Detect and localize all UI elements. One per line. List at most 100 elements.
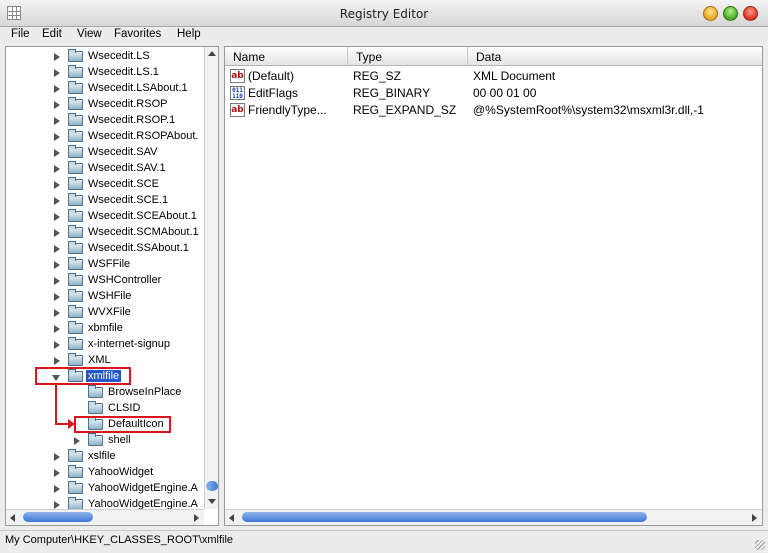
expand-arrow-icon[interactable]	[54, 293, 60, 301]
menu-favorites[interactable]: Favorites	[114, 28, 161, 40]
tree-item[interactable]: YahooWidgetEngine.A	[6, 481, 204, 497]
expand-arrow-icon[interactable]	[54, 101, 60, 109]
tree-item-label: Wsecedit.RSOPAbout.	[88, 130, 199, 142]
scroll-down-arrow-icon[interactable]	[208, 499, 216, 504]
expand-arrow-icon[interactable]	[54, 181, 60, 189]
tree-item[interactable]: Wsecedit.LS	[6, 49, 204, 65]
close-button[interactable]	[743, 6, 758, 21]
folder-icon	[68, 321, 83, 334]
key-tree[interactable]: Wsecedit.LS Wsecedit.LS.1 Wsecedit.LSAbout…	[6, 47, 204, 509]
value-name: (Default)	[248, 69, 295, 83]
tree-item[interactable]: WVXFile	[6, 305, 204, 321]
tree-item[interactable]: BrowseInPlace	[6, 385, 204, 401]
expand-arrow-icon[interactable]	[54, 485, 60, 493]
expand-arrow-icon[interactable]	[54, 197, 60, 205]
menu-edit[interactable]: Edit	[42, 28, 62, 40]
expand-arrow-icon[interactable]	[74, 437, 80, 445]
scroll-up-arrow-icon[interactable]	[208, 51, 216, 56]
tree-item[interactable]: Wsecedit.LSAbout.1	[6, 81, 204, 97]
folder-icon	[68, 497, 83, 509]
tree-item-label: WSFFile	[88, 258, 131, 270]
menu-bar: File Edit View Favorites Help	[0, 27, 768, 45]
expand-arrow-icon[interactable]	[54, 261, 60, 269]
tree-horizontal-scroll-thumb[interactable]	[23, 512, 93, 522]
tree-item-label: YahooWidgetEngine.A	[88, 498, 198, 509]
expand-arrow-icon[interactable]	[54, 229, 60, 237]
value-row[interactable]: ab (Default) REG_SZ XML Document	[225, 68, 762, 85]
tree-item-label: WSHController	[88, 274, 162, 286]
value-row[interactable]: 011 110 EditFlags REG_BINARY 00 00 01 00	[225, 85, 762, 102]
menu-file[interactable]: File	[11, 28, 30, 40]
value-type: REG_EXPAND_SZ	[353, 103, 457, 117]
tree-item[interactable]: Wsecedit.SAV.1	[6, 161, 204, 177]
scroll-left-arrow-icon[interactable]	[10, 514, 15, 522]
expand-arrow-icon[interactable]	[54, 133, 60, 141]
tree-item[interactable]: Wsecedit.SCE.1	[6, 193, 204, 209]
tree-item[interactable]: Wsecedit.SCE	[6, 177, 204, 193]
expand-arrow-icon[interactable]	[54, 357, 60, 365]
tree-vertical-scroll-thumb[interactable]	[206, 481, 218, 491]
tree-item[interactable]: Wsecedit.RSOP	[6, 97, 204, 113]
menu-view[interactable]: View	[77, 28, 102, 40]
expand-arrow-icon[interactable]	[54, 469, 60, 477]
tree-vertical-scrollbar[interactable]	[204, 47, 218, 509]
tree-item[interactable]: YahooWidget	[6, 465, 204, 481]
column-headers: Name Type Data	[225, 47, 762, 66]
tree-item[interactable]: xbmfile	[6, 321, 204, 337]
column-header-data[interactable]: Data	[468, 47, 762, 66]
scroll-left-arrow-icon[interactable]	[229, 514, 234, 522]
tree-item[interactable]: Wsecedit.SCMAbout.1	[6, 225, 204, 241]
expand-arrow-icon[interactable]	[54, 501, 60, 509]
expand-arrow-icon[interactable]	[54, 69, 60, 77]
value-row[interactable]: ab FriendlyType... REG_EXPAND_SZ @%SystemRo…	[225, 102, 762, 119]
value-name: FriendlyType...	[248, 103, 327, 117]
folder-icon	[68, 81, 83, 94]
expand-arrow-icon[interactable]	[54, 325, 60, 333]
tree-item-label: BrowseInPlace	[108, 386, 182, 398]
expand-arrow-icon[interactable]	[54, 213, 60, 221]
tree-item[interactable]: Wsecedit.SSAbout.1	[6, 241, 204, 257]
expand-arrow-icon[interactable]	[54, 117, 60, 125]
tree-item[interactable]: shell	[6, 433, 204, 449]
tree-item[interactable]: Wsecedit.RSOPAbout.	[6, 129, 204, 145]
minimize-button[interactable]	[703, 6, 718, 21]
tree-item[interactable]: WSFFile	[6, 257, 204, 273]
tree-item[interactable]: Wsecedit.LS.1	[6, 65, 204, 81]
expand-arrow-icon[interactable]	[54, 85, 60, 93]
expand-arrow-icon[interactable]	[54, 245, 60, 253]
folder-icon	[68, 129, 83, 142]
tree-item[interactable]: WSHFile	[6, 289, 204, 305]
column-header-type[interactable]: Type	[348, 47, 468, 66]
tree-item-label: Wsecedit.SAV.1	[88, 162, 166, 174]
tree-item[interactable]: WSHController	[6, 273, 204, 289]
tree-item[interactable]: Wsecedit.RSOP.1	[6, 113, 204, 129]
title-bar[interactable]: Registry Editor	[0, 0, 768, 27]
tree-item[interactable]: xslfile	[6, 449, 204, 465]
tree-item-label: YahooWidgetEngine.A	[88, 482, 198, 494]
tree-item[interactable]: CLSID	[6, 401, 204, 417]
tree-item-label: xbmfile	[88, 322, 123, 334]
column-header-name[interactable]: Name	[225, 47, 348, 66]
resize-grip-icon[interactable]	[755, 540, 765, 550]
key-tree-pane[interactable]: Wsecedit.LS Wsecedit.LS.1 Wsecedit.LSAbout…	[5, 46, 219, 526]
tree-item[interactable]: Wsecedit.SCEAbout.1	[6, 209, 204, 225]
menu-help[interactable]: Help	[177, 28, 201, 40]
expand-arrow-icon[interactable]	[54, 165, 60, 173]
expand-arrow-icon[interactable]	[54, 277, 60, 285]
tree-item[interactable]: x-internet-signup	[6, 337, 204, 353]
tree-item-label: Wsecedit.SSAbout.1	[88, 242, 189, 254]
expand-arrow-icon[interactable]	[54, 149, 60, 157]
expand-arrow-icon[interactable]	[54, 53, 60, 61]
window-title: Registry Editor	[339, 7, 429, 21]
tree-item[interactable]: Wsecedit.SAV	[6, 145, 204, 161]
scroll-right-arrow-icon[interactable]	[752, 514, 757, 522]
tree-item[interactable]: YahooWidgetEngine.A	[6, 497, 204, 509]
scroll-right-arrow-icon[interactable]	[194, 514, 199, 522]
maximize-button[interactable]	[723, 6, 738, 21]
expand-arrow-icon[interactable]	[54, 453, 60, 461]
values-list-pane[interactable]: Name Type Data ab (Default) REG_SZ XML Docu…	[224, 46, 763, 526]
list-horizontal-scroll-thumb[interactable]	[242, 512, 647, 522]
folder-icon	[68, 113, 83, 126]
expand-arrow-icon[interactable]	[54, 309, 60, 317]
expand-arrow-icon[interactable]	[54, 341, 60, 349]
